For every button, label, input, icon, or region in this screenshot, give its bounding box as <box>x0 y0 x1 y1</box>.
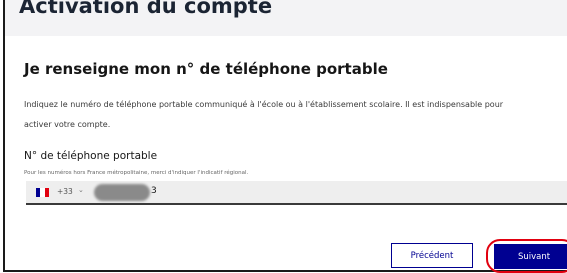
france-flag-icon[interactable] <box>36 188 49 197</box>
page-title: Activation du compte <box>19 0 273 18</box>
intro-text: Indiquez le numéro de téléphone portable… <box>24 100 504 129</box>
section-title: Je renseigne mon n° de téléphone portabl… <box>24 60 388 78</box>
redacted-phone-number <box>94 184 150 201</box>
next-button-highlight: Suivant <box>486 239 567 273</box>
phone-field-hint: Pour les numéros hors France métropolita… <box>24 170 249 176</box>
activation-panel <box>3 0 567 272</box>
previous-button[interactable]: Précédent <box>391 243 473 268</box>
page-header: Activation du compte <box>5 0 567 36</box>
chevron-down-icon[interactable]: ⌄ <box>78 186 84 194</box>
flag-stripe-red <box>44 188 49 197</box>
dial-code[interactable]: +33 <box>57 187 73 196</box>
phone-number-visible-digit: 3 <box>151 186 157 196</box>
phone-input[interactable]: +33 ⌄ 3 <box>26 181 567 205</box>
next-button[interactable]: Suivant <box>494 244 567 269</box>
phone-field-label: N° de téléphone portable <box>24 150 158 162</box>
